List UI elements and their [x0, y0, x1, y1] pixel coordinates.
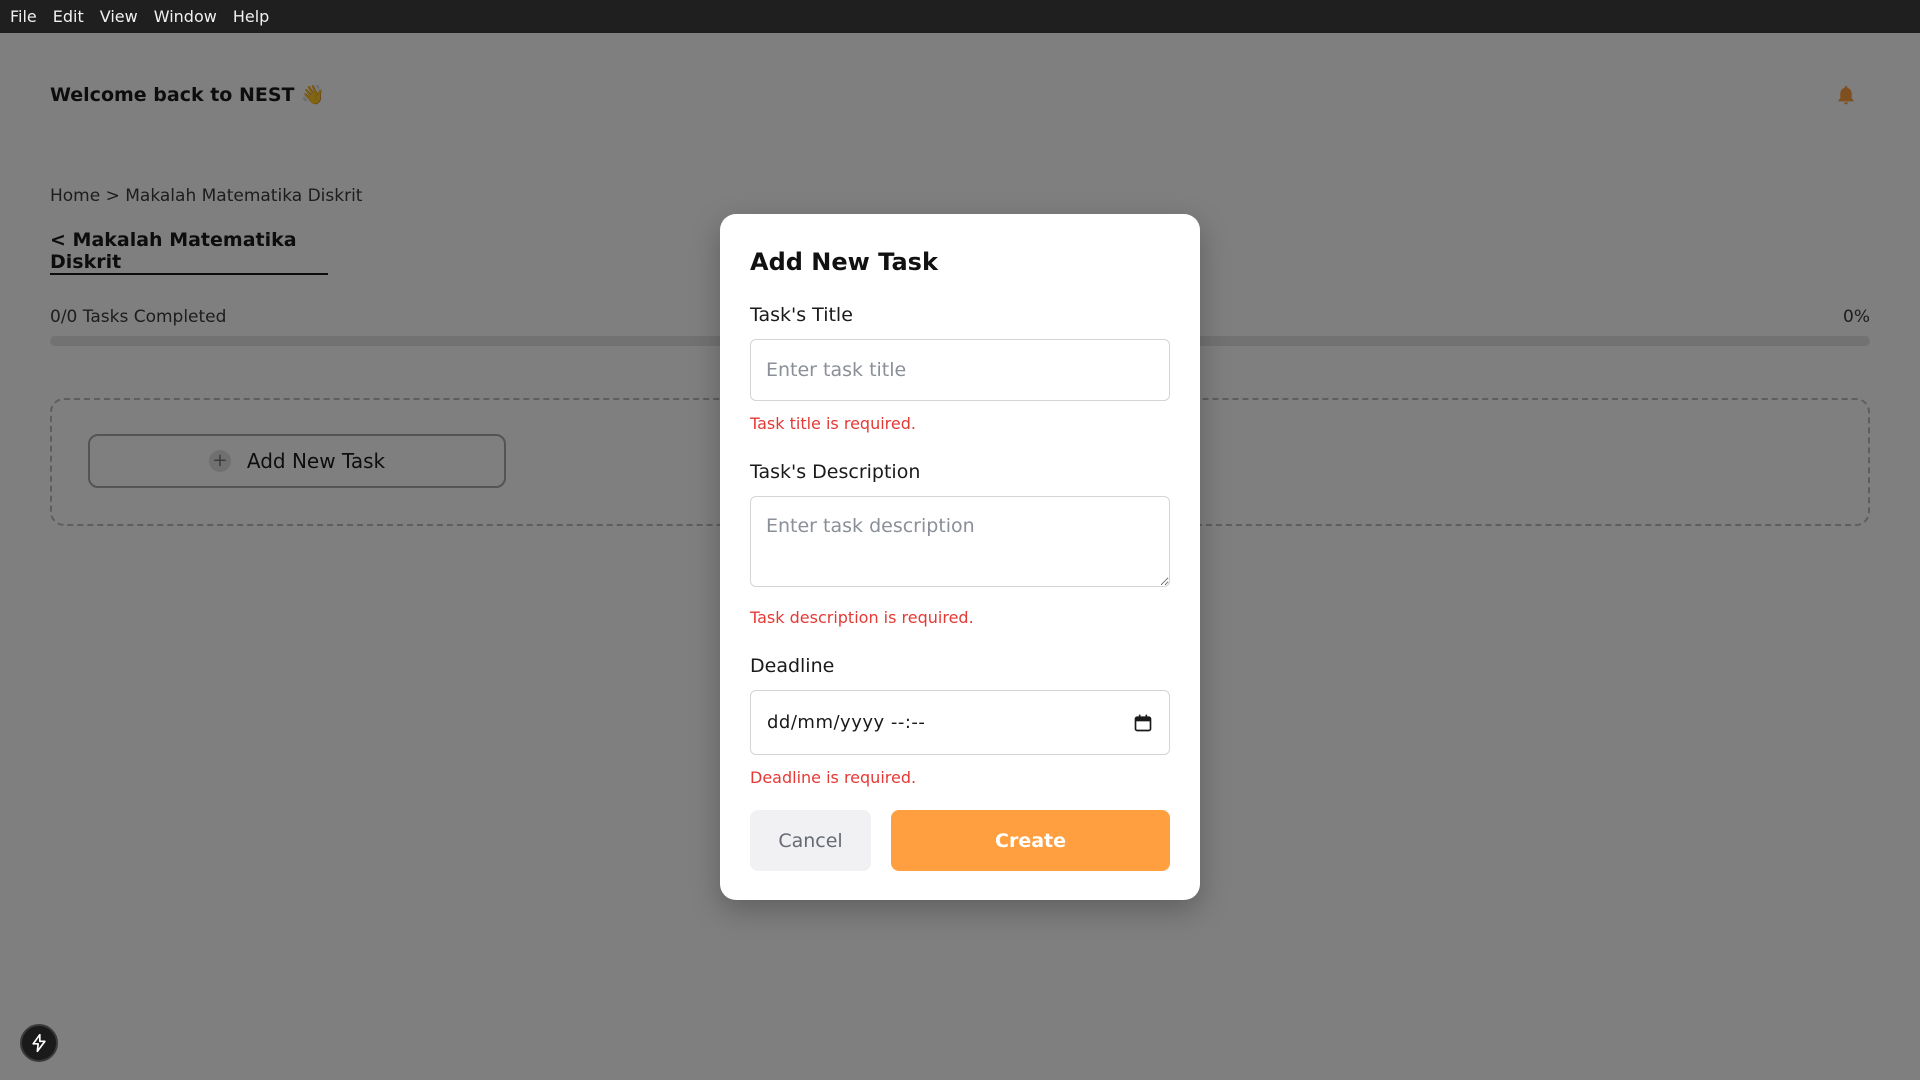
menu-file[interactable]: File [2, 0, 45, 33]
menu-help[interactable]: Help [225, 0, 277, 33]
cancel-button[interactable]: Cancel [750, 810, 871, 871]
create-button[interactable]: Create [891, 810, 1170, 871]
deadline-error: Deadline is required. [750, 768, 917, 787]
modal-title: Add New Task [750, 248, 938, 276]
menu-edit[interactable]: Edit [45, 0, 92, 33]
task-description-label: Task's Description [750, 461, 921, 483]
task-title-label: Task's Title [750, 304, 853, 326]
deadline-placeholder: dd/mm/yyyy --:-- [767, 712, 926, 733]
menu-window[interactable]: Window [146, 0, 225, 33]
deadline-input[interactable]: dd/mm/yyyy --:-- [750, 690, 1170, 755]
calendar-icon[interactable] [1133, 713, 1153, 733]
menu-view[interactable]: View [92, 0, 146, 33]
menu-bar: File Edit View Window Help [0, 0, 1920, 33]
dev-tools-button[interactable] [20, 1024, 58, 1062]
deadline-label: Deadline [750, 655, 835, 677]
task-description-error: Task description is required. [750, 608, 974, 627]
lightning-icon [32, 1033, 46, 1053]
task-description-input[interactable] [750, 496, 1170, 587]
task-title-error: Task title is required. [750, 414, 916, 433]
add-task-modal: Add New Task Task's Title Task title is … [720, 214, 1200, 900]
task-title-input[interactable] [750, 339, 1170, 401]
